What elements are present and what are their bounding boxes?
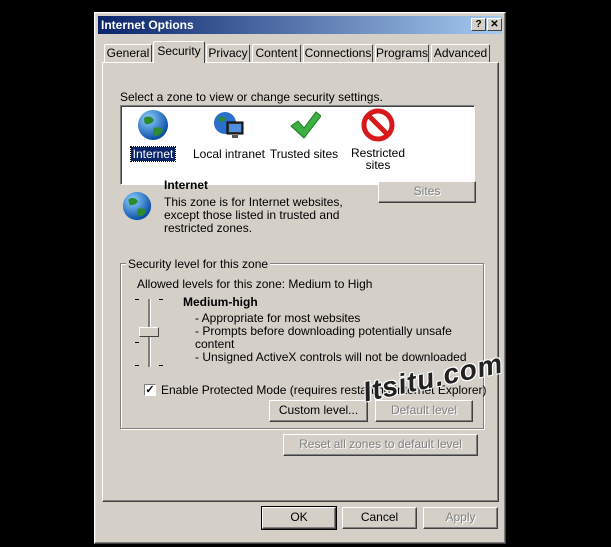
security-level-group-title: Security level for this zone [126,257,271,271]
zone-label-trusted-sites: Trusted sites [269,147,339,161]
help-button[interactable]: ? [471,18,486,31]
zone-desc-line3: restricted zones. [164,221,253,235]
slider-thumb[interactable] [139,327,159,337]
restricted-icon [361,108,395,142]
close-button[interactable]: ✕ [487,18,502,31]
security-level-slider[interactable] [135,297,165,369]
globe-icon [122,191,152,221]
zone-label-internet: Internet [129,146,177,162]
internet-options-dialog: Internet Options ? ✕ General Security Pr… [94,12,506,544]
tab-advanced[interactable]: Advanced [431,44,490,62]
title-bar[interactable]: Internet Options ? ✕ [98,16,502,34]
zone-label-local-intranet: Local intranet [192,147,266,161]
security-level-name: Medium-high [183,295,258,309]
intranet-icon [214,112,244,138]
ok-button[interactable]: OK [261,506,337,530]
cancel-button[interactable]: Cancel [342,507,417,529]
tab-security[interactable]: Security [153,41,205,63]
window-title: Internet Options [101,18,194,32]
level-bullet-1: - Appropriate for most websites [195,311,361,325]
allowed-levels-text: Allowed levels for this zone: Medium to … [137,277,373,291]
zone-internet[interactable]: Internet [128,108,178,162]
protected-mode-checkbox[interactable]: ✓ [144,384,156,396]
zone-label-restricted-sites: Restricted sites [343,147,413,171]
zone-title: Internet [164,178,209,192]
zone-restricted-sites[interactable]: Restricted sites [343,108,413,171]
zone-local-intranet[interactable]: Local intranet [189,108,269,161]
custom-level-button[interactable]: Custom level... [269,400,368,422]
zone-list: Internet Local intranet Trusted sites Re… [120,105,475,185]
sites-button[interactable]: Sites [378,181,476,203]
checkmark-icon [290,111,322,139]
zone-desc-line2: except those listed in trusted and [164,208,340,222]
zone-trusted-sites[interactable]: Trusted sites [269,108,339,161]
tab-general[interactable]: General [104,44,152,62]
globe-icon [138,110,168,140]
level-bullet-2: - Prompts before downloading potentially… [195,324,452,338]
apply-button[interactable]: Apply [423,507,498,529]
level-bullet-2-continued: content [195,337,235,351]
zone-desc-line1: This zone is for Internet websites, [164,195,343,209]
zone-prompt: Select a zone to view or change security… [120,90,383,104]
tab-content[interactable]: Content [252,44,301,62]
reset-all-zones-button[interactable]: Reset all zones to default level [283,434,478,456]
level-bullet-3: - Unsigned ActiveX controls will not be … [195,350,467,364]
tab-programs[interactable]: Programs [375,44,429,62]
tab-connections[interactable]: Connections [303,44,373,62]
zone-label-restricted-line2: sites [365,158,391,172]
tab-privacy[interactable]: Privacy [206,44,250,62]
